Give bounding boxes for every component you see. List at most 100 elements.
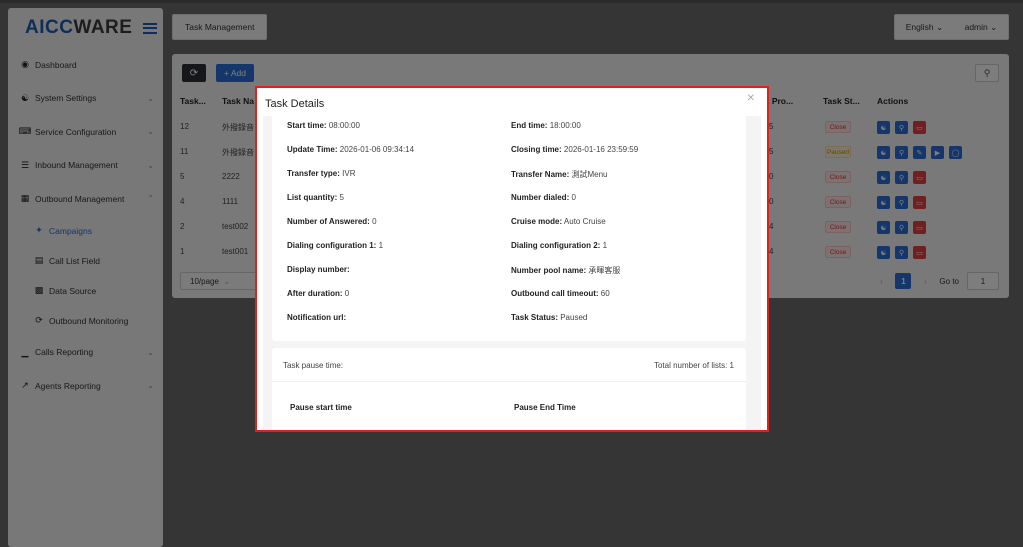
goto-label: Go to (939, 276, 959, 286)
answered-field: Number of Answered: 0 (287, 217, 377, 226)
status-badge: Paused (825, 146, 851, 158)
total-lists-label: Total number of lists: 1 (653, 361, 734, 370)
goto-page-input[interactable]: 1 (967, 272, 999, 290)
status-badge: Close (825, 221, 851, 233)
end-time-field: End time: 18:00:00 (511, 121, 581, 130)
close-icon[interactable]: ✕ (747, 93, 755, 104)
sidebar-item-outbound-monitoring[interactable]: ⟳ Outbound Monitoring (8, 306, 163, 336)
divider (272, 381, 746, 382)
pause-time-label: Task pause time: (283, 361, 344, 370)
pagination: ‹ 1 › Go to 1 (875, 272, 999, 290)
delete-icon[interactable]: ▭ (913, 196, 926, 209)
sidebar-item-agents-reporting[interactable]: ↗ Agents Reporting ⌄ (8, 369, 163, 403)
logo: AICCWARE (25, 17, 133, 38)
status-badge: Close (825, 171, 851, 183)
delete-icon[interactable]: ▭ (913, 121, 926, 134)
header-right-menu: English ⌄ admin ⌄ (894, 14, 1009, 40)
search-button[interactable]: ⚲ (975, 64, 999, 82)
stop-icon[interactable]: ◯ (949, 146, 962, 159)
display-number-field: Display number: (287, 265, 350, 274)
menu-collapse-icon[interactable] (143, 22, 157, 34)
task-details-card: Start time: 08:00:00 End time: 18:00:00 … (272, 116, 746, 341)
user-menu[interactable]: admin ⌄ (965, 22, 998, 33)
row-actions: ☯ ⚲ ▭ (877, 221, 926, 234)
chevron-down-icon: ⌄ (223, 276, 231, 286)
column-pause-start: Pause start time (290, 403, 352, 412)
sidebar-item-data-source[interactable]: ▩ Data Source (8, 276, 163, 306)
page-size-select[interactable]: 10/page ⌄ (180, 272, 260, 290)
view-details-icon[interactable]: ⚲ (895, 171, 908, 184)
users-icon: ☯ (20, 92, 30, 103)
sidebar-item-dashboard[interactable]: ◉ Dashboard (8, 48, 163, 82)
grid-icon: ▩ (34, 285, 44, 295)
sidebar-item-inbound-management[interactable]: ☰ Inbound Management ⌄ (8, 149, 163, 183)
view-details-icon[interactable]: ⚲ (895, 246, 908, 259)
sidebar-item-service-configuration[interactable]: ⌨ Service Configuration ⌄ (8, 115, 163, 149)
after-duration-field: After duration: 0 (287, 289, 350, 298)
sidebar-item-system-settings[interactable]: ☯ System Settings ⌄ (8, 82, 163, 116)
keyboard-icon: ⌨ (18, 126, 32, 137)
transfer-name-field: Transfer Name: 測試Menu (511, 170, 608, 179)
tab-task-management[interactable]: Task Management (172, 14, 268, 40)
refresh-button[interactable]: ⟳ (182, 64, 206, 82)
top-edge (0, 0, 1023, 3)
prev-page-icon[interactable]: ‹ (875, 277, 887, 286)
task-details-modal: Task Details ✕ Start time: 08:00:00 End … (255, 86, 769, 432)
delete-icon[interactable]: ▭ (913, 171, 926, 184)
closing-time-field: Closing time: 2026-01-16 23:59:59 (511, 145, 639, 154)
status-badge: Close (825, 121, 851, 133)
assign-users-icon[interactable]: ☯ (877, 196, 890, 209)
view-details-icon[interactable]: ⚲ (895, 146, 908, 159)
sidebar-item-campaigns[interactable]: ✦ Campaigns (8, 216, 163, 246)
line-chart-icon: ↗ (21, 380, 29, 391)
task-status-field: Task Status: Paused (511, 313, 588, 322)
page-number[interactable]: 1 (895, 273, 912, 289)
view-details-icon[interactable]: ⚲ (895, 221, 908, 234)
modal-title: Task Details (265, 98, 325, 110)
delete-icon[interactable]: ▭ (913, 221, 926, 234)
table-icon: ▦ (20, 193, 30, 204)
assign-users-icon[interactable]: ☯ (877, 246, 890, 259)
status-badge: Close (825, 196, 851, 208)
row-actions: ☯ ⚲ ▭ (877, 171, 926, 184)
delete-icon[interactable]: ▭ (913, 246, 926, 259)
chevron-down-icon: ⌄ (147, 347, 154, 357)
assign-users-icon[interactable]: ☯ (877, 221, 890, 234)
assign-users-icon[interactable]: ☯ (877, 171, 890, 184)
number-pool-field: Number pool name: 承暉客服 (511, 266, 621, 275)
column-task-name[interactable]: Task Na (222, 96, 254, 106)
notification-url-field: Notification url: (287, 313, 347, 322)
sidebar-item-call-list-field[interactable]: ▤ Call List Field (8, 246, 163, 276)
sidebar-item-calls-reporting[interactable]: ▁ Calls Reporting ⌄ (8, 336, 163, 370)
language-selector[interactable]: English ⌄ (906, 22, 943, 33)
chevron-down-icon: ⌄ (147, 381, 154, 391)
start-time-field: Start time: 08:00:00 (287, 121, 360, 130)
status-badge: Close (825, 246, 851, 258)
view-details-icon[interactable]: ⚲ (895, 121, 908, 134)
assign-users-icon[interactable]: ☯ (877, 121, 890, 134)
view-details-icon[interactable]: ⚲ (895, 196, 908, 209)
column-pause-end: Pause End Time (514, 403, 576, 412)
sync-icon: ⟳ (35, 315, 43, 325)
column-task-id[interactable]: Task... (180, 96, 206, 106)
list-quantity-field: List quantity: 5 (287, 193, 344, 202)
transfer-type-field: Transfer type: IVR (287, 169, 356, 178)
chevron-down-icon: ⌄ (990, 21, 998, 32)
add-button[interactable]: + Add (216, 64, 254, 82)
sidebar-item-outbound-management[interactable]: ▦ Outbound Management ⌃ (8, 182, 163, 216)
campaign-icon: ✦ (35, 225, 43, 235)
chevron-down-icon: ⌄ (147, 160, 154, 170)
chevron-down-icon: ⌄ (936, 21, 944, 32)
play-icon[interactable]: ▶ (931, 146, 944, 159)
edit-icon[interactable]: ✎ (913, 146, 926, 159)
row-actions: ☯ ⚲ ▭ (877, 196, 926, 209)
assign-users-icon[interactable]: ☯ (877, 146, 890, 159)
next-page-icon[interactable]: › (919, 277, 931, 286)
row-actions: ☯ ⚲ ✎ ▶ ◯ (877, 146, 962, 159)
row-actions: ☯ ⚲ ▭ (877, 246, 926, 259)
cruise-mode-field: Cruise mode: Auto Cruise (511, 217, 606, 226)
outbound-timeout-field: Outbound call timeout: 60 (511, 289, 610, 298)
refresh-icon: ⟳ (189, 67, 199, 79)
column-task-status[interactable]: Task St... (823, 96, 860, 106)
modal-body[interactable]: Start time: 08:00:00 End time: 18:00:00 … (263, 116, 761, 430)
